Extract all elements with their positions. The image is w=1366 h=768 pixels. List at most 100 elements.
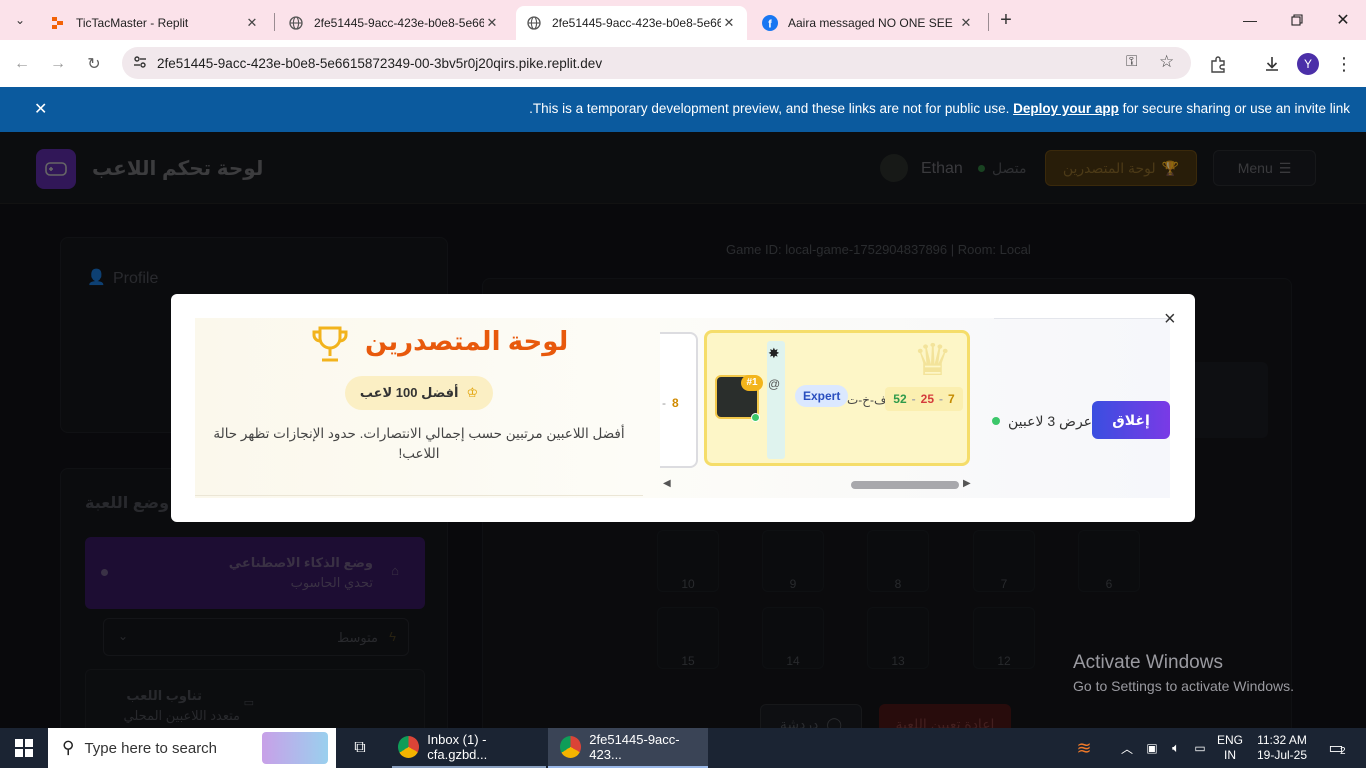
show-players-label: عرض 3 لاعبين <box>1008 413 1093 429</box>
notification-count: 2 <box>1340 746 1346 757</box>
clock-time: 11:32 AM <box>1257 733 1307 747</box>
meet-icon[interactable]: ▣ <box>1143 728 1161 768</box>
bookmark-star-icon[interactable]: ☆ <box>1159 52 1174 72</box>
globe-icon <box>526 15 542 31</box>
top-100-label: أفضل 100 لاعب <box>359 385 459 400</box>
taskbar-app-chrome-preview[interactable]: 2fe51445-9acc-423... <box>548 728 708 768</box>
back-icon[interactable]: ← <box>8 50 36 78</box>
search-placeholder: Type here to search <box>84 739 218 757</box>
taskbar-app-label: Inbox (1) - cfa.gzbd... <box>427 732 488 762</box>
tab-replit[interactable]: TicTacMaster - Replit ✕ <box>40 6 270 40</box>
wins: 52 <box>893 392 907 406</box>
reload-icon[interactable]: ↻ <box>80 50 108 78</box>
leaderboard-header: لوحة المتصدرين أفضل 100 لاعب ♔ أفضل اللا… <box>195 318 643 498</box>
close-icon[interactable]: ✕ <box>721 15 737 31</box>
crown-watermark-icon: ♛ <box>913 336 953 385</box>
url-text: 2fe51445-9acc-423e-b0e8-5e6615872349-00-… <box>157 55 603 71</box>
network-icon[interactable]: ▭ <box>1191 728 1209 768</box>
banner-message: .This is a temporary development preview… <box>529 101 1350 116</box>
search-icon: ⚲ <box>62 738 75 757</box>
language-indicator[interactable]: ENG IN <box>1213 728 1247 768</box>
carousel-scrollbar[interactable]: ◀ ▶ <box>663 478 973 490</box>
replit-icon <box>50 15 66 31</box>
facebook-icon: f <box>762 15 778 31</box>
card-dash: - <box>662 396 666 410</box>
lang-top: ENG <box>1216 733 1243 747</box>
leaderboard-content: لوحة المتصدرين أفضل 100 لاعب ♔ أفضل اللا… <box>195 308 1176 498</box>
svg-text:f: f <box>768 19 772 31</box>
dev-preview-banner: ✕ .This is a temporary development previ… <box>0 87 1366 132</box>
search-decoration <box>262 732 328 764</box>
leaderboard-modal: لوحة المتصدرين أفضل 100 لاعب ♔ أفضل اللا… <box>171 294 1195 522</box>
watermark-subtitle: Go to Settings to activate Windows. <box>1073 678 1294 694</box>
password-key-icon[interactable]: ⚿ <box>1126 53 1137 70</box>
profile-initial: Y <box>1297 53 1319 75</box>
profile-avatar[interactable]: Y <box>1294 50 1322 78</box>
star-icon: ✸ <box>768 345 780 361</box>
close-modal-button-label: إغلاق <box>1112 411 1150 428</box>
download-icon[interactable] <box>1258 50 1286 78</box>
leaderboard-title: لوحة المتصدرين <box>365 326 569 356</box>
divider <box>195 495 643 496</box>
clock[interactable]: 11:32 AM 19-Jul-25 <box>1254 728 1310 768</box>
tab-title: TicTacMaster - Replit <box>76 16 189 30</box>
scroll-left-arrow[interactable]: ◀ <box>663 478 671 489</box>
site-info-icon[interactable] <box>132 54 148 73</box>
players-carousel: 8 - ♛ #1 ✸ @ Expert ف-خ-ت 52 - 25 - 7 <box>660 318 970 498</box>
losses: 25 <box>920 392 935 406</box>
level-badge: Expert <box>795 385 849 407</box>
close-icon[interactable]: ✕ <box>244 15 260 31</box>
tab-search-button[interactable]: ⌄ <box>6 6 34 34</box>
forward-icon[interactable]: → <box>44 50 72 78</box>
achievement-strip: ✸ @ <box>767 341 785 459</box>
taskbar-app-label: 2fe51445-9acc-423... <box>589 732 680 762</box>
task-view-icon[interactable]: ⧉ <box>340 728 380 768</box>
tab-preview-active[interactable]: 2fe51445-9acc-423e-b0e8-5e66 ✕ <box>516 6 747 40</box>
trophy-icon <box>310 324 350 369</box>
tab-preview-1[interactable]: 2fe51445-9acc-423e-b0e8-5e66 ✕ <box>278 6 510 40</box>
close-icon[interactable]: ✕ <box>34 99 47 119</box>
deploy-link[interactable]: Deploy your app <box>1013 101 1119 116</box>
banner-text: .This is a temporary development preview… <box>529 101 1014 116</box>
chrome-icon <box>398 736 420 758</box>
close-icon[interactable]: ✕ <box>484 15 500 31</box>
minimize-icon[interactable]: — <box>1236 6 1264 34</box>
address-bar[interactable]: 2fe51445-9acc-423e-b0e8-5e6615872349-00-… <box>122 47 1191 79</box>
player-card-rank-1[interactable]: ♛ #1 ✸ @ Expert ف-خ-ت 52 - 25 - 7 <box>704 330 970 466</box>
taskbar-app-chrome-inbox[interactable]: Inbox (1) - cfa.gzbd... <box>392 728 546 768</box>
scroll-right-arrow[interactable]: ▶ <box>963 478 971 489</box>
start-button[interactable] <box>0 728 48 768</box>
tab-title: 2fe51445-9acc-423e-b0e8-5e66 <box>314 16 484 30</box>
lang-bottom: IN <box>1224 748 1236 762</box>
top-100-badge: أفضل 100 لاعب ♔ <box>345 376 493 410</box>
extensions-icon[interactable] <box>1204 50 1232 78</box>
close-modal-button[interactable]: إغلاق <box>1092 401 1170 439</box>
chevron-up-icon[interactable]: ︿ <box>1118 728 1136 768</box>
windows-logo-icon <box>15 739 33 757</box>
player-card-partial[interactable]: 8 - <box>660 332 698 468</box>
close-icon[interactable]: ✕ <box>958 15 974 31</box>
activate-windows-watermark: Activate Windows Go to Settings to activ… <box>1073 652 1294 694</box>
watermark-title: Activate Windows <box>1073 652 1223 673</box>
speaker-icon[interactable]: 🔈︎ <box>1167 728 1185 768</box>
browser-toolbar: ← → ↻ 2fe51445-9acc-423e-b0e8-5e66158723… <box>0 40 1366 87</box>
app-stack-icon[interactable]: ≋ <box>1072 728 1096 768</box>
new-tab-button[interactable]: + <box>992 6 1020 34</box>
stats-row: 52 - 25 - 7 <box>885 387 963 411</box>
rank-badge: #1 <box>741 375 763 391</box>
clock-date: 19-Jul-25 <box>1256 748 1308 762</box>
tab-title: 2fe51445-9acc-423e-b0e8-5e66 <box>552 16 721 30</box>
tab-separator <box>274 13 275 31</box>
window-close-icon[interactable]: ✕ <box>1329 6 1357 34</box>
taskbar-search[interactable]: ⚲ Type here to search <box>48 728 336 768</box>
tab-title: Aaira messaged NO ONE SEE <box>788 16 953 30</box>
restore-icon[interactable] <box>1283 6 1311 34</box>
close-icon[interactable]: × <box>1164 308 1176 331</box>
scroll-thumb[interactable] <box>851 481 959 489</box>
globe-icon <box>288 15 304 31</box>
notification-center-icon[interactable]: ▭ 2 <box>1322 728 1350 768</box>
dash: - <box>911 392 916 406</box>
more-menu-icon[interactable]: ⋮ <box>1330 50 1358 78</box>
tab-facebook[interactable]: f Aaira messaged NO ONE SEE ✕ <box>752 6 984 40</box>
browser-tab-bar: ⌄ TicTacMaster - Replit ✕ 2fe51445-9acc-… <box>0 0 1366 40</box>
